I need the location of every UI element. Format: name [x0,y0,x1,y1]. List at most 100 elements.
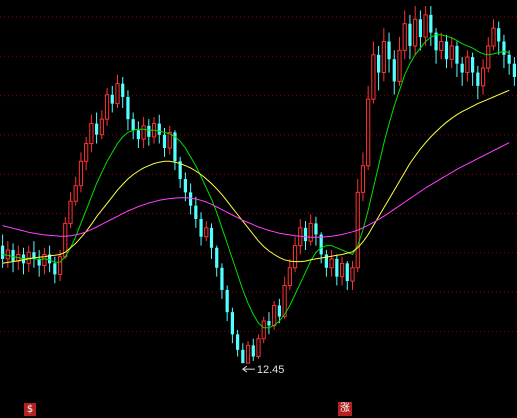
candle-body-up [245,344,251,364]
candle-body-up [78,160,84,187]
candle-body-down [502,41,506,55]
candle [21,247,26,275]
candle [491,19,496,51]
candle-body-up [423,14,428,38]
candle-body-down [220,267,224,290]
min-price-marker: 12.45 [241,364,285,376]
candle [199,212,203,246]
candle-body-up [360,165,366,193]
candle [157,114,161,144]
candle-body-down [392,59,396,82]
chart-root: 12.45 $ 涨 [0,0,517,418]
candle-body-down [497,28,501,42]
candle-body-up [292,245,298,269]
candle [480,59,486,95]
candle [267,312,271,335]
badge-left-text: $ [26,404,34,415]
candle-body-up [366,98,371,167]
candle-body-up [402,23,407,51]
candle [460,57,464,86]
candle-body-down [121,83,125,97]
candle [95,112,99,144]
candle-body-down [131,119,135,131]
candle [178,156,182,188]
candle [236,329,240,357]
candle [345,261,349,290]
badge-right-text: 涨 [340,403,350,414]
candle [78,152,84,193]
candle [455,41,459,77]
candle [32,241,36,268]
moving-average-lines [2,34,510,329]
candle [136,121,140,148]
candle-body-up [57,256,63,275]
candle-body-up [204,227,209,238]
candlestick-chart: 12.45 [0,6,517,376]
candle-body-up [308,222,313,242]
candle [413,6,418,55]
candle-body-down [387,41,391,60]
candle [84,136,89,171]
candle [73,176,78,206]
candle [507,50,511,75]
candle [308,214,313,246]
candle-body-up [439,40,444,51]
candle-body-down [314,223,318,235]
candle [350,261,355,290]
min-price-label: 12.45 [257,364,285,376]
candle-body-up [287,267,292,287]
candle-body-up [256,338,261,358]
candle-body-down [267,321,271,326]
candle [220,263,224,299]
candle [439,32,444,60]
candle-body-up [89,123,94,145]
candle [42,247,47,275]
candle-body-up [371,54,376,100]
candle [167,125,172,155]
candle-body-down [162,134,167,148]
candle [110,85,114,113]
candle [292,236,298,273]
candle-body-down [157,123,161,135]
candle [115,74,120,109]
ma-long-line [2,142,510,238]
candle-body-down [209,227,214,248]
candle [209,223,214,259]
candle-body-down [418,19,422,38]
candle [418,10,422,51]
candle-body-up [491,27,496,47]
candle-body-down [455,45,459,64]
candle-body-up [272,304,277,326]
candle-body-down [1,245,5,259]
candle [397,37,402,86]
candle-body-up [465,56,470,74]
candle [381,28,386,82]
candle-body-up [5,249,10,260]
candle [215,245,219,277]
candle [408,14,412,60]
candle-body-up [480,67,486,87]
candle-body-down [199,218,203,237]
candle-body-up [115,83,120,105]
candle [68,192,73,228]
badge-left: $ [24,403,36,416]
candle [147,119,151,146]
candle [465,50,470,82]
candle [37,250,41,277]
candle-body-down [277,305,281,317]
candle [449,37,454,69]
candle [329,250,334,277]
candle [335,254,339,286]
candle-body-down [241,349,245,364]
candle [5,241,10,268]
candle-body-up [381,40,386,74]
candle-body-down [230,312,234,335]
candle [392,50,396,95]
candle [402,10,407,60]
candle [355,179,360,273]
candle-body-down [215,247,219,268]
candle [387,32,391,73]
candle [183,172,187,202]
candle-body-up [141,125,146,140]
candle [141,116,146,148]
